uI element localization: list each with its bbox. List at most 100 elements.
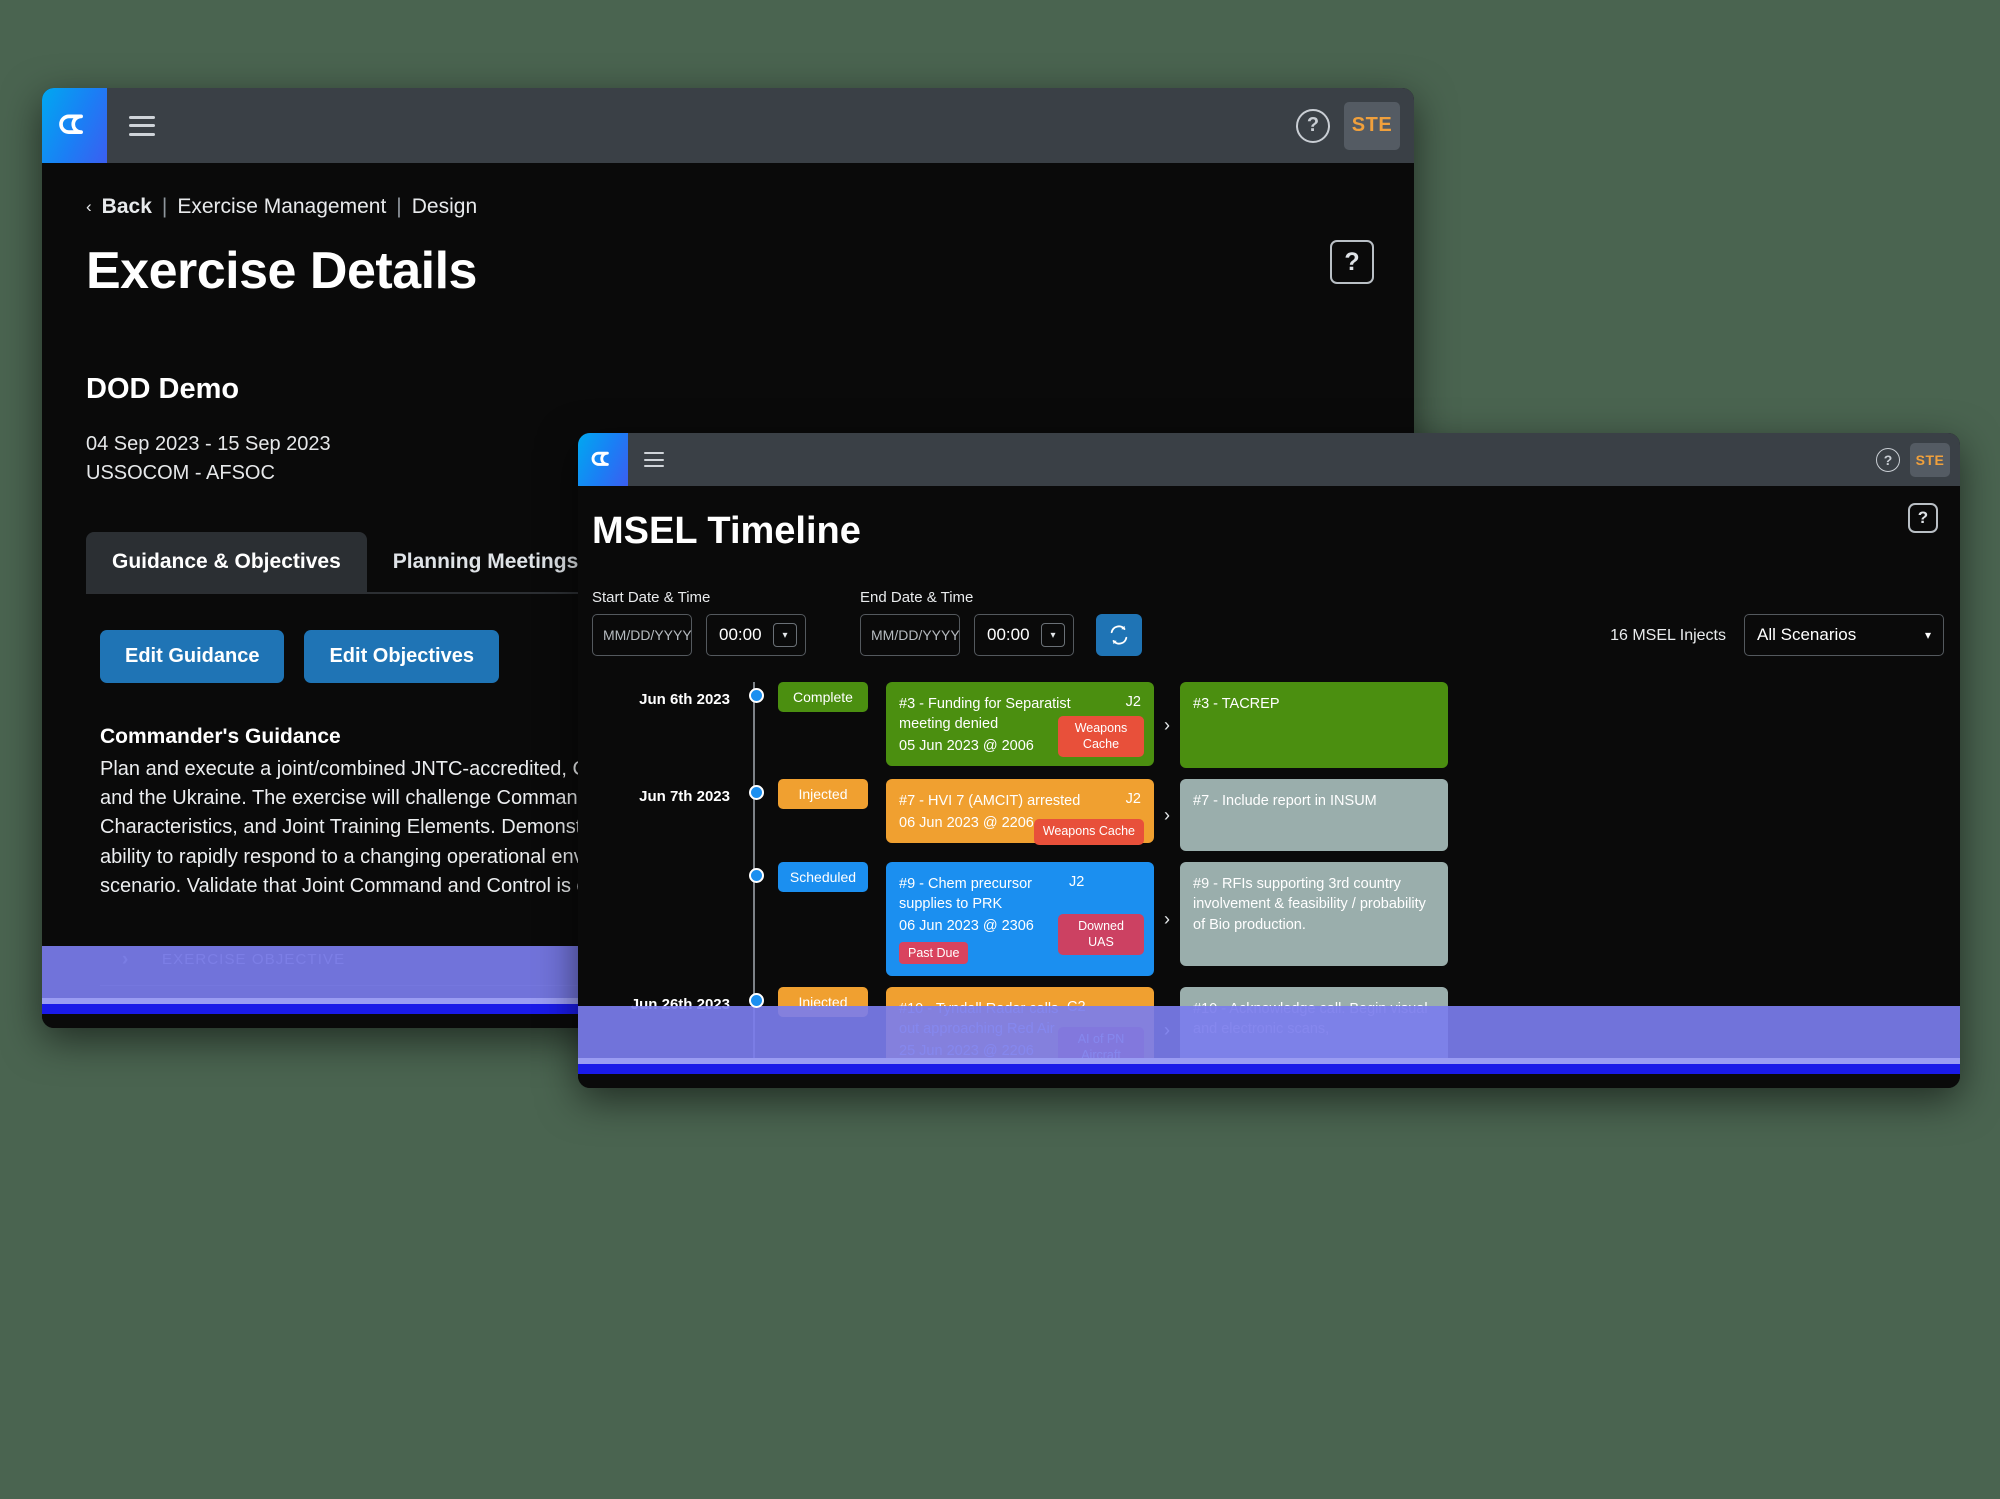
chevron-down-icon: ▾ bbox=[1924, 628, 1931, 642]
timeline-row: Jun 26th 2023 Injected #10 - Tyndall Rad… bbox=[592, 987, 1960, 1073]
status-badge[interactable]: Injected bbox=[778, 987, 868, 1017]
breadcrumb-separator-2: | bbox=[396, 195, 402, 218]
cp-logo-glyph bbox=[591, 451, 609, 466]
inject-title: #10 - Tyndall Radar calls out approachin… bbox=[899, 1001, 1059, 1037]
help-button[interactable]: ? bbox=[1330, 240, 1374, 284]
msel-timeline-window: ? STE MSEL Timeline ? Start Date & Time … bbox=[578, 433, 1960, 1088]
inject-response-note[interactable] bbox=[1180, 1084, 1448, 1088]
scenario-select[interactable]: All Scenarios ▾ bbox=[1744, 614, 1944, 656]
inject-tag: Downed UAS bbox=[1058, 914, 1144, 956]
inject-response-note[interactable]: #10 - Acknowledge call. Begin visual and… bbox=[1180, 987, 1448, 1073]
timeline-row: Scheduled #9 - Chem precursor supplies t… bbox=[592, 862, 1960, 976]
timeline-row: Complete › bbox=[592, 1084, 1960, 1088]
timeline-dot-icon bbox=[748, 868, 764, 883]
end-time-value: 00:00 bbox=[987, 625, 1030, 644]
start-datetime-label: Start Date & Time bbox=[592, 589, 711, 606]
msel-topbar: ? STE bbox=[578, 433, 1960, 486]
inject-card[interactable]: #7 - HVI 7 (AMCIT) arrested J2 06 Jun 20… bbox=[886, 779, 1154, 845]
timeline-row-date: Jun 26th 2023 bbox=[630, 996, 730, 1013]
msel-timeline-list[interactable]: Jun 6th 2023 Complete #3 - Funding for S… bbox=[578, 682, 1960, 1088]
end-time-select[interactable]: 00:00 ▾ bbox=[974, 614, 1074, 656]
status-badge[interactable]: Complete bbox=[778, 1084, 868, 1088]
start-date-input[interactable]: MM/DD/YYYY bbox=[592, 614, 692, 656]
status-badge[interactable]: Injected bbox=[778, 779, 868, 809]
scenario-selected-value: All Scenarios bbox=[1757, 625, 1857, 644]
timeline-row-date bbox=[592, 862, 742, 871]
chevron-right-icon: › bbox=[122, 948, 129, 970]
end-datetime-label: End Date & Time bbox=[860, 589, 974, 606]
timeline-dot-icon bbox=[748, 688, 764, 703]
inject-org: J2 bbox=[1069, 874, 1085, 890]
timeline-row: Jun 7th 2023 Injected #7 - HVI 7 (AMCIT)… bbox=[592, 779, 1960, 851]
end-date-input[interactable]: MM/DD/YYYY bbox=[860, 614, 960, 656]
status-badge[interactable]: Complete bbox=[778, 682, 868, 712]
end-datetime-inputs: MM/DD/YYYY 00:00 ▾ bbox=[860, 614, 1074, 656]
msel-filter-bar: Start Date & Time MM/DD/YYYY 00:00 ▾ End… bbox=[592, 589, 1960, 656]
breadcrumb-design[interactable]: Design bbox=[412, 195, 477, 219]
cp-logo-icon[interactable] bbox=[578, 433, 628, 486]
edit-objectives-button[interactable]: Edit Objectives bbox=[304, 630, 499, 683]
status-badge[interactable]: Scheduled bbox=[778, 862, 868, 892]
hamburger-icon[interactable] bbox=[644, 452, 664, 467]
tab-guidance-objectives[interactable]: Guidance & Objectives bbox=[86, 532, 367, 592]
timeline-dot-icon bbox=[748, 785, 764, 800]
timeline-dot-cell bbox=[742, 1084, 770, 1088]
inject-title: #7 - HVI 7 (AMCIT) arrested bbox=[899, 793, 1081, 809]
avatar[interactable]: STE bbox=[1910, 442, 1950, 477]
msel-topbar-right: ? STE bbox=[1876, 442, 1960, 477]
exercise-topbar-right: ? STE bbox=[1296, 101, 1414, 150]
back-chevron-icon[interactable]: ‹ bbox=[86, 197, 92, 217]
cp-logo-glyph bbox=[58, 114, 83, 134]
tab-planning-meetings[interactable]: Planning Meetings bbox=[367, 532, 605, 592]
inject-card[interactable]: #9 - Chem precursor supplies to PRK J2 0… bbox=[886, 862, 1154, 976]
inject-tag: Weapons Cache bbox=[1058, 716, 1144, 758]
timeline-dot-cell bbox=[742, 779, 770, 800]
breadcrumb-exercise-management[interactable]: Exercise Management bbox=[177, 195, 386, 219]
start-datetime-inputs: MM/DD/YYYY 00:00 ▾ bbox=[592, 614, 806, 656]
inject-card[interactable]: #3 - Funding for Separatist meeting deni… bbox=[886, 682, 1154, 766]
timeline-dot-cell bbox=[742, 862, 770, 883]
timeline-row-date: Jun 6th 2023 bbox=[639, 691, 730, 708]
breadcrumb: ‹ Back | Exercise Management | Design bbox=[86, 195, 1414, 219]
start-time-value: 00:00 bbox=[719, 625, 762, 644]
timeline-dot-cell bbox=[742, 682, 770, 703]
inject-card[interactable]: #10 - Tyndall Radar calls out approachin… bbox=[886, 987, 1154, 1071]
help-circle-icon[interactable]: ? bbox=[1296, 108, 1330, 143]
start-datetime-group: Start Date & Time MM/DD/YYYY 00:00 ▾ bbox=[592, 589, 806, 656]
exercise-topbar: ? STE bbox=[42, 88, 1414, 163]
inject-org: J2 bbox=[1125, 694, 1141, 710]
back-link[interactable]: Back bbox=[102, 195, 152, 219]
chevron-down-icon[interactable]: ▾ bbox=[1041, 623, 1065, 647]
help-circle-icon[interactable]: ? bbox=[1876, 447, 1900, 472]
inject-response-note[interactable]: #9 - RFIs supporting 3rd country involve… bbox=[1180, 862, 1448, 966]
page-title: Exercise Details bbox=[86, 242, 477, 300]
inject-card[interactable] bbox=[886, 1084, 1154, 1088]
inject-title: #9 - Chem precursor supplies to PRK bbox=[899, 876, 1032, 912]
help-button[interactable]: ? bbox=[1908, 503, 1938, 533]
hamburger-icon[interactable] bbox=[129, 115, 155, 136]
inject-tag: Weapons Cache bbox=[1033, 819, 1144, 845]
expand-arrow-icon[interactable]: › bbox=[1154, 805, 1180, 826]
refresh-button[interactable] bbox=[1096, 614, 1142, 656]
inject-card-top: #9 - Chem precursor supplies to PRK J2 bbox=[899, 874, 1141, 914]
page-title: MSEL Timeline bbox=[592, 510, 861, 552]
screenshot-stage: ? STE ‹ Back | Exercise Management | Des… bbox=[0, 0, 2000, 1499]
inject-response-note[interactable]: #3 - TACREP bbox=[1180, 682, 1448, 768]
inject-tag: AI of PN Aircraft bbox=[1058, 1027, 1144, 1069]
inject-response-note[interactable]: #7 - Include report in INSUM bbox=[1180, 779, 1448, 851]
expand-arrow-icon[interactable]: › bbox=[1154, 909, 1180, 930]
expand-arrow-icon[interactable]: › bbox=[1154, 1020, 1180, 1041]
chevron-down-icon[interactable]: ▾ bbox=[773, 623, 797, 647]
inject-org: C2 bbox=[1067, 999, 1086, 1015]
inject-org: J2 bbox=[1125, 791, 1141, 807]
expand-arrow-icon[interactable]: › bbox=[1154, 715, 1180, 736]
cp-logo-icon[interactable] bbox=[42, 88, 107, 163]
timeline-row-date: Jun 7th 2023 bbox=[639, 788, 730, 805]
end-datetime-group: End Date & Time MM/DD/YYYY 00:00 ▾ bbox=[860, 589, 1074, 656]
edit-guidance-button[interactable]: Edit Guidance bbox=[100, 630, 285, 683]
chevron-right-icon[interactable]: › bbox=[122, 1000, 142, 1022]
avatar[interactable]: STE bbox=[1344, 101, 1400, 150]
objective-label: J3 - Train, Certify, Validate SOTG staff bbox=[162, 999, 520, 1022]
past-due-badge: Past Due bbox=[899, 942, 969, 964]
start-time-select[interactable]: 00:00 ▾ bbox=[706, 614, 806, 656]
